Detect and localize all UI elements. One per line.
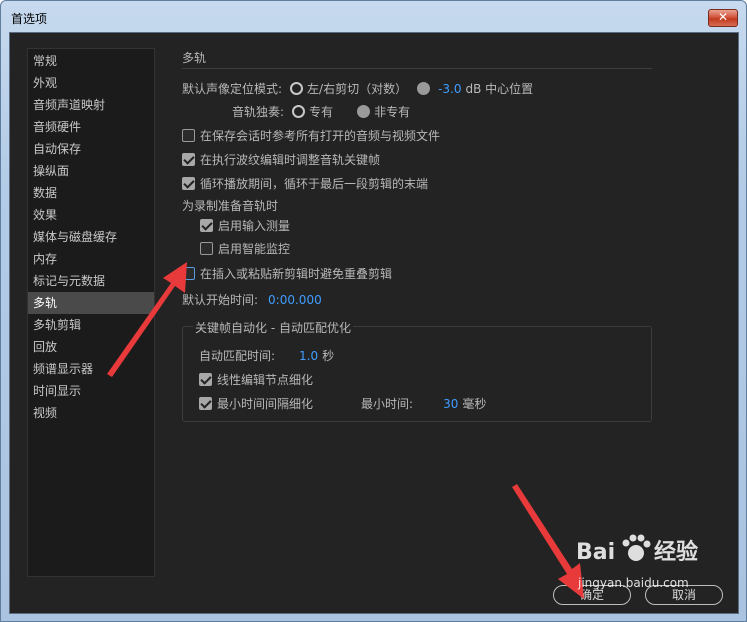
pan-mode-row: 默认声像定位模式: 左/右剪切（对数） -3.0 dB 中心位置 [182,80,533,97]
solo-exclusive-radio[interactable] [292,105,306,118]
keyframe-group-title: 关键帧自动化 - 自动匹配优化 [193,319,353,336]
auto-match-value[interactable]: 1.0 [299,349,318,363]
solo-exclusive-label: 专有 [309,105,334,119]
solo-non-exclusive-radio[interactable] [357,105,371,118]
baidu-watermark: Bai 经验 jingyan.baidu.com [576,534,698,590]
input-meter-label: 启用输入测量 [218,219,291,233]
sidebar-item-2[interactable]: 音频声道映射 [28,94,154,116]
avoid-overlap-label: 在插入或粘贴新剪辑时避免重叠剪辑 [200,267,393,281]
watermark-url: jingyan.baidu.com [577,576,689,590]
solo-non-exclusive-label: 非专有 [374,105,411,119]
keyframe-automation-group: 关键帧自动化 - 自动匹配优化 自动匹配时间: 1.0 秒 线性编辑节点细化 最… [182,319,652,422]
paw-icon [622,534,651,561]
min-interval-checkbox[interactable] [199,397,212,410]
loop-last-row[interactable]: 循环播放期间，循环于最后一段剪辑的末端 [182,175,428,192]
min-time-label: 最小时间: [361,397,414,411]
reference-files-checkbox[interactable] [182,129,195,142]
preferences-window: 首选项 ✕ 常规 外观 音频声道映射 音频硬件 自动保存 操纵面 数据 效果 媒体与磁盘缓存 内存… [0,0,747,622]
sidebar-item-0[interactable]: 常规 [28,50,154,72]
pan-center-value[interactable]: -3.0 [438,82,461,96]
track-solo-label: 音轨独奏: [232,105,285,119]
record-prep-label: 为录制准备音轨时 [182,199,279,213]
sidebar-item-16[interactable]: 视频 [28,402,154,424]
title-bar: 首选项 ✕ [1,1,746,33]
pan-lr-radio[interactable] [290,82,304,95]
sidebar-item-1[interactable]: 外观 [28,72,154,94]
pan-center-radio[interactable] [417,82,431,95]
reference-files-label: 在保存会话时参考所有打开的音频与视频文件 [200,129,441,143]
smart-monitor-row[interactable]: 启用智能监控 [200,240,290,257]
annotation-arrow-up [107,262,187,377]
input-meter-checkbox[interactable] [200,219,213,232]
sidebar-item-5[interactable]: 操纵面 [28,160,154,182]
sidebar-item-6[interactable]: 数据 [28,182,154,204]
watermark-brand: Bai [576,540,615,565]
auto-match-label: 自动匹配时间: [199,349,276,363]
loop-last-checkbox[interactable] [182,177,195,190]
ripple-keyframes-checkbox[interactable] [182,153,195,166]
reference-files-row[interactable]: 在保存会话时参考所有打开的音频与视频文件 [182,127,440,144]
pan-mode-label: 默认声像定位模式: [182,82,283,96]
min-interval-label: 最小时间间隔细化 [217,397,314,411]
pan-lr-label: 左/右剪切（对数） [307,82,408,96]
min-time-value[interactable]: 30 [443,397,458,411]
sidebar-item-7[interactable]: 效果 [28,204,154,226]
avoid-overlap-row[interactable]: 在插入或粘贴新剪辑时避免重叠剪辑 [182,265,392,282]
auto-match-unit: 秒 [322,349,335,363]
ripple-keyframes-row[interactable]: 在执行波纹编辑时调整音轨关键帧 [182,151,380,168]
pan-center-unit: dB 中心位置 [465,82,534,96]
default-start-value[interactable]: 0:00.000 [268,293,322,307]
smart-monitor-label: 启用智能监控 [218,242,291,256]
smart-monitor-checkbox[interactable] [200,242,213,255]
close-button[interactable]: ✕ [708,9,738,27]
close-icon: ✕ [717,10,729,24]
ripple-keyframes-label: 在执行波纹编辑时调整音轨关键帧 [200,153,381,167]
sidebar-item-4[interactable]: 自动保存 [28,138,154,160]
watermark-brand2: 经验 [654,539,698,565]
input-meter-row[interactable]: 启用输入测量 [200,217,290,234]
window-title: 首选项 [11,12,48,26]
track-solo-row: 音轨独奏: 专有 非专有 [232,103,410,120]
auto-match-row: 自动匹配时间: 1.0 秒 [199,347,334,364]
sidebar-item-8[interactable]: 媒体与磁盘缓存 [28,226,154,248]
section-title: 多轨 [182,51,207,65]
linear-refine-label: 线性编辑节点细化 [217,373,314,387]
min-time-unit: 毫秒 [462,397,487,411]
multitrack-panel: 多轨 默认声像定位模式: 左/右剪切（对数） -3.0 dB 中心位置 音轨独奏… [172,47,652,427]
record-prep-row: 为录制准备音轨时 [182,197,278,214]
sidebar-item-15[interactable]: 时间显示 [28,380,154,402]
default-start-row: 默认开始时间: 0:00.000 [182,291,322,308]
sidebar-item-3[interactable]: 音频硬件 [28,116,154,138]
min-interval-row[interactable]: 最小时间间隔细化 最小时间: 30 毫秒 [199,395,486,412]
loop-last-label: 循环播放期间，循环于最后一段剪辑的末端 [200,177,429,191]
linear-refine-row[interactable]: 线性编辑节点细化 [199,371,313,388]
section-divider [182,68,652,69]
